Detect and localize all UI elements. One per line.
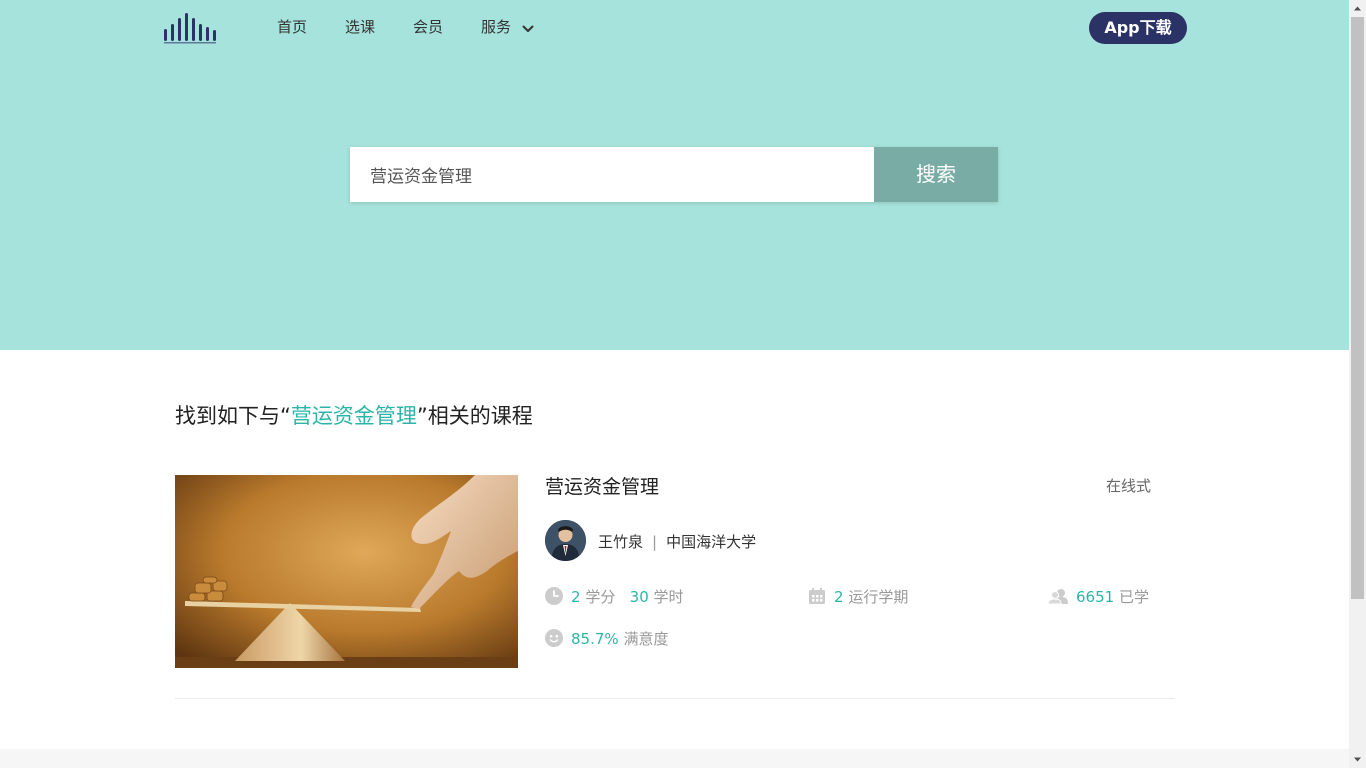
users-icon bbox=[1047, 587, 1068, 610]
page-scrollbar[interactable] bbox=[1349, 0, 1366, 768]
course-credits-hours: 2 学分 30 学时 bbox=[545, 587, 684, 610]
clock-icon bbox=[545, 587, 563, 610]
learners-value: 6651 bbox=[1076, 588, 1115, 606]
footer-strip bbox=[0, 749, 1349, 768]
teacher-avatar[interactable] bbox=[545, 520, 586, 561]
course-terms: 2 运行学期 bbox=[808, 587, 908, 610]
teacher-school[interactable]: 中国海洋大学 bbox=[666, 533, 756, 551]
terms-unit: 运行学期 bbox=[848, 588, 909, 606]
hours-unit: 学时 bbox=[653, 588, 684, 606]
teacher-name[interactable]: 王竹泉 bbox=[598, 533, 643, 551]
satisfaction-unit: 满意度 bbox=[623, 630, 669, 648]
results-heading-prefix: 找到如下与“ bbox=[175, 404, 291, 428]
nav-services-label: 服务 bbox=[481, 18, 512, 36]
search-input[interactable] bbox=[350, 147, 874, 202]
course-learners: 6651 已学 bbox=[1047, 587, 1149, 610]
results-heading-query: 营运资金管理 bbox=[290, 404, 417, 428]
app-download-button[interactable]: App下载 bbox=[1089, 12, 1187, 44]
bars-logo-icon[interactable] bbox=[162, 11, 220, 45]
scroll-down-icon[interactable] bbox=[1349, 751, 1366, 768]
credits-unit: 学分 bbox=[585, 588, 616, 606]
course-mode-badge: 在线式 bbox=[1106, 477, 1152, 495]
results-heading: 找到如下与“营运资金管理”相关的课程 bbox=[175, 400, 533, 430]
course-satisfaction: 85.7% 满意度 bbox=[545, 629, 668, 652]
search-button[interactable]: 搜索 bbox=[874, 147, 998, 202]
nav-home[interactable]: 首页 bbox=[277, 17, 307, 37]
smiley-icon bbox=[545, 629, 563, 652]
nav-courses[interactable]: 选课 bbox=[345, 17, 375, 37]
separator: | bbox=[652, 533, 658, 551]
course-thumbnail[interactable] bbox=[175, 475, 518, 668]
course-title[interactable]: 营运资金管理 bbox=[545, 472, 659, 499]
nav-services[interactable]: 服务 bbox=[481, 17, 534, 38]
result-divider bbox=[175, 698, 1175, 699]
scroll-up-icon[interactable] bbox=[1349, 0, 1366, 17]
scrollbar-thumb[interactable] bbox=[1351, 17, 1364, 599]
calendar-icon bbox=[808, 587, 826, 610]
learners-unit: 已学 bbox=[1118, 588, 1149, 606]
credits-value: 2 bbox=[571, 588, 581, 606]
nav-membership[interactable]: 会员 bbox=[413, 17, 443, 37]
terms-value: 2 bbox=[834, 588, 844, 606]
chevron-down-icon bbox=[522, 18, 534, 38]
hero-banner: 首页 选课 会员 服务 App下载 搜索 bbox=[0, 0, 1349, 350]
search-bar: 搜索 bbox=[350, 147, 998, 202]
satisfaction-value: 85.7% bbox=[571, 630, 619, 648]
hours-value: 30 bbox=[629, 588, 649, 606]
results-heading-suffix: ”相关的课程 bbox=[416, 404, 533, 428]
teacher-info: 王竹泉 | 中国海洋大学 bbox=[598, 531, 756, 552]
